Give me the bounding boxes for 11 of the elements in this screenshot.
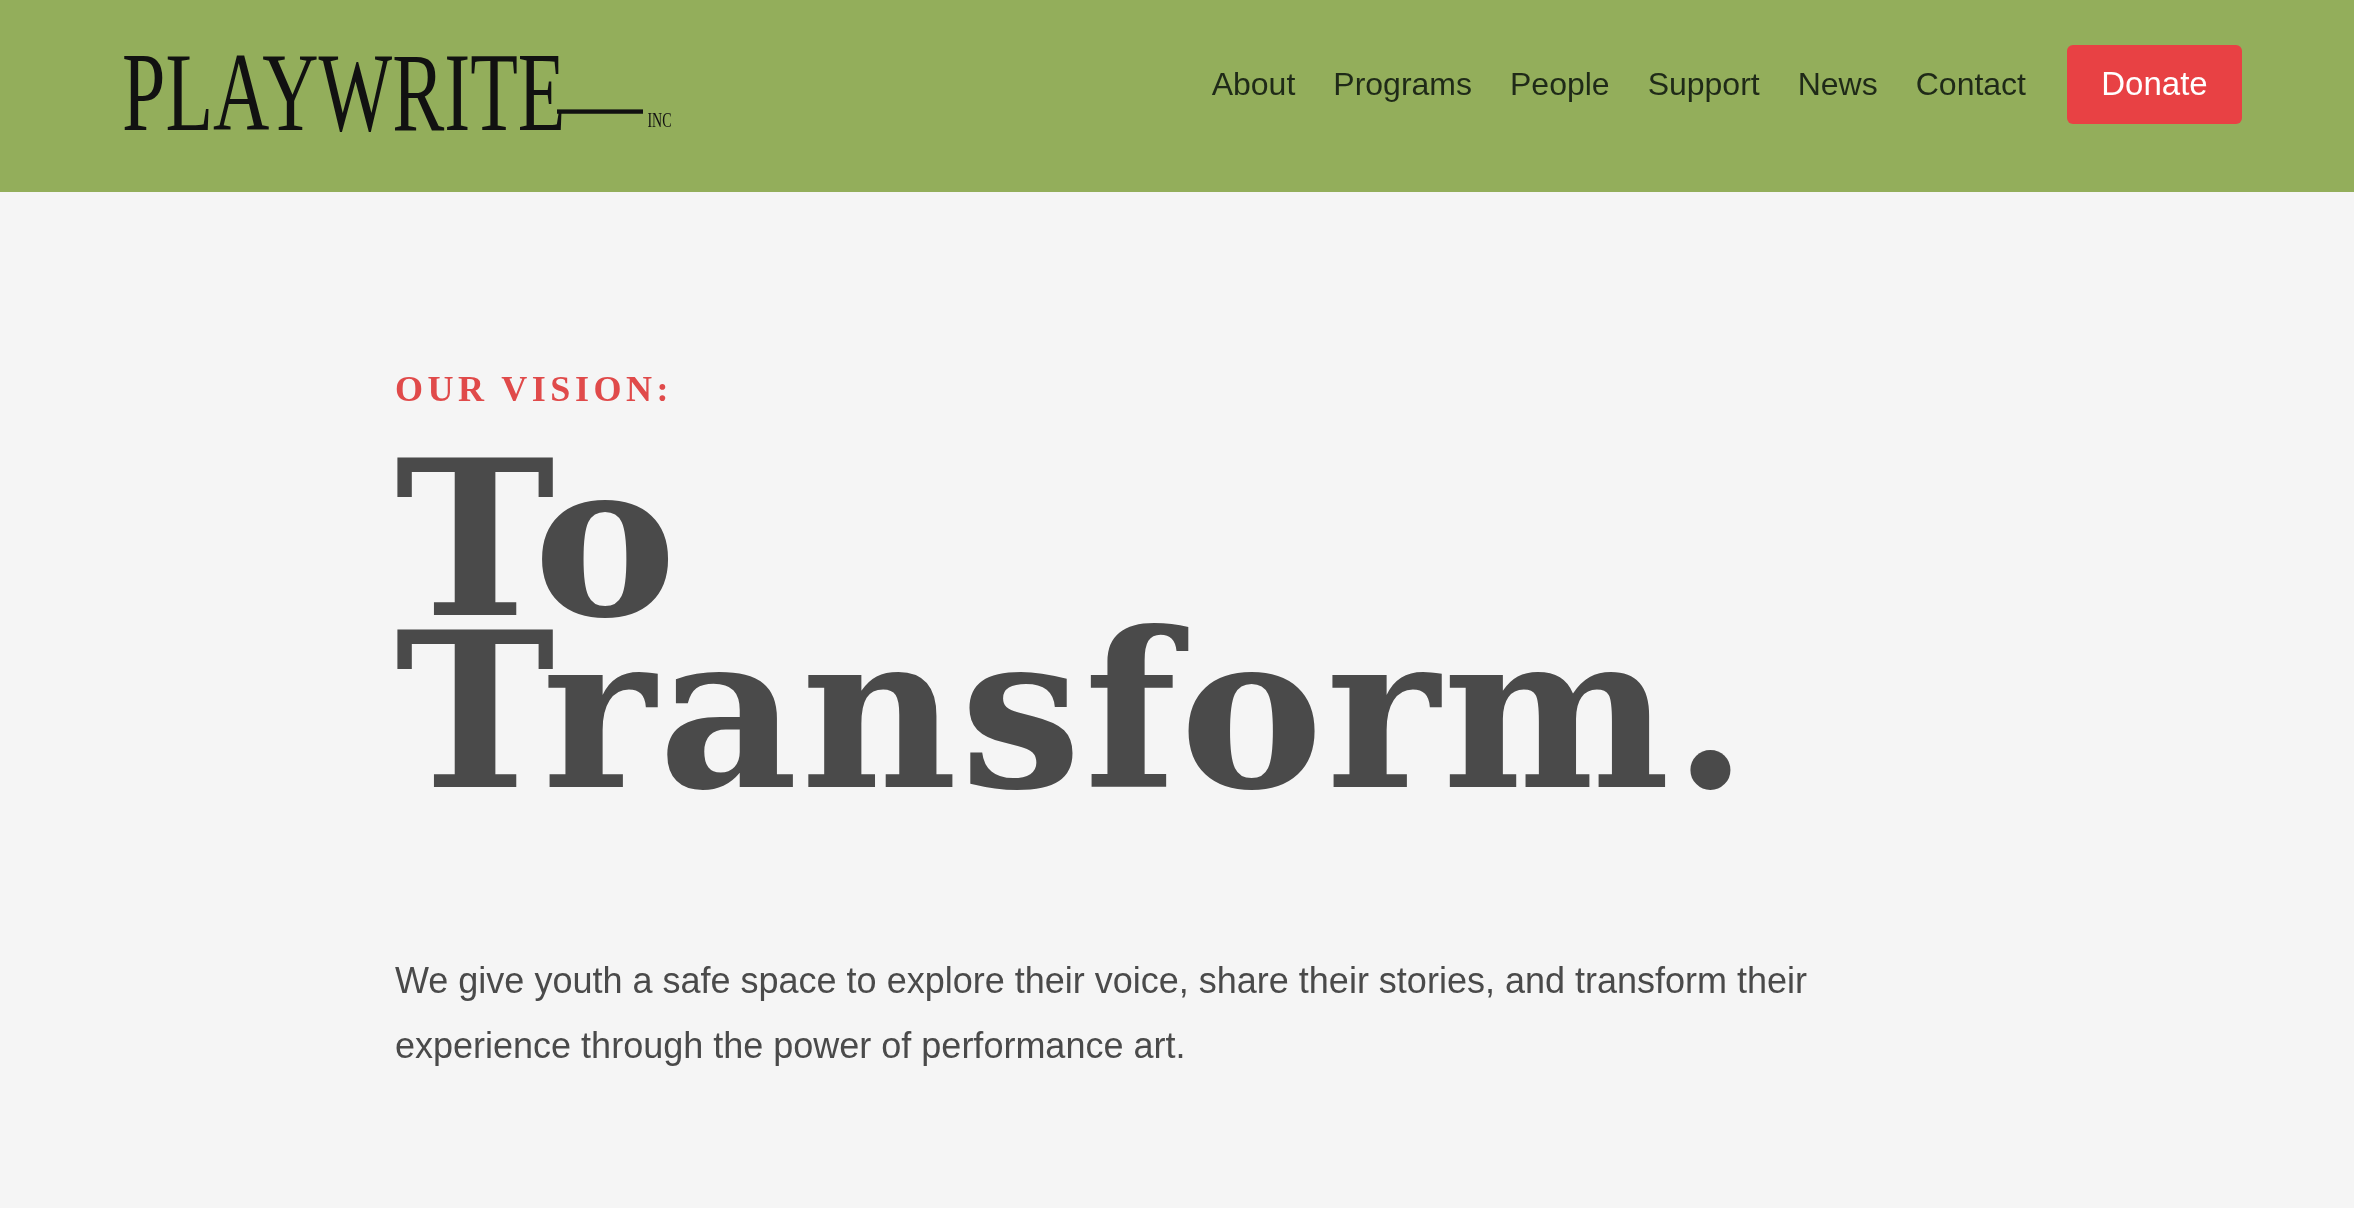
nav-link[interactable]: News <box>1797 65 1878 103</box>
intro-paragraph: We give youth a safe space to explore their voice, share their stories, and transform their experience through the power of performance art. <box>395 959 1809 1068</box>
donate-button[interactable]: Donate <box>2067 44 2242 124</box>
logo-link[interactable]: PLAYWRITE INC <box>122 35 672 149</box>
nav-link[interactable]: About <box>1211 65 1296 103</box>
nav-link[interactable]: Contact <box>1915 65 2026 103</box>
eyebrow-label: OUR VISION: <box>395 369 673 409</box>
nav-link[interactable]: Programs <box>1333 65 1472 103</box>
nav-link[interactable]: Support <box>1647 65 1760 103</box>
nav-link[interactable]: People <box>1510 65 1610 103</box>
headline: To Transform. <box>395 454 1752 798</box>
